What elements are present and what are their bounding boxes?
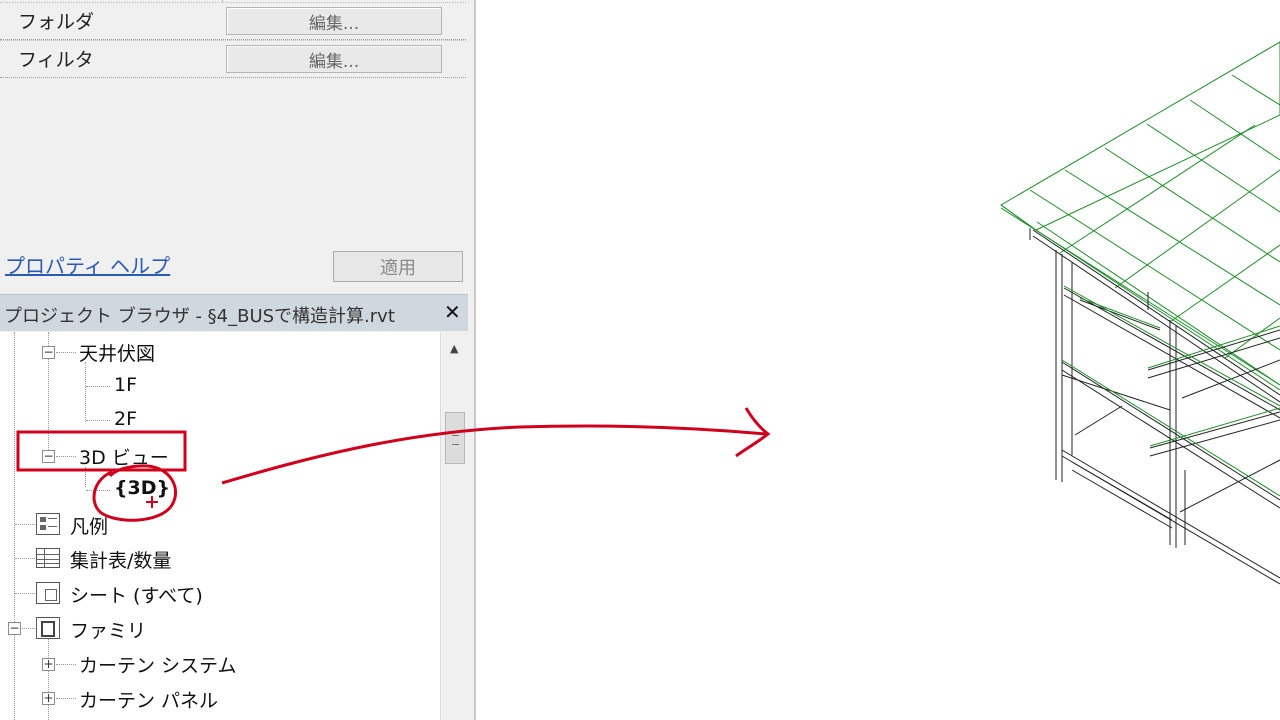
sheet-icon [36,582,60,604]
collapse-icon[interactable]: − [8,622,21,635]
properties-help-link[interactable]: プロパティ ヘルプ [5,250,170,279]
tree-item-3d-default-view[interactable]: {3D} [114,477,170,499]
tree-item-families[interactable]: ファミリ [70,616,146,643]
left-panel: フォルダ 編集... フィルタ 編集... プロパティ ヘルプ 適用 プロジェク… [0,0,476,720]
tree-connector [56,664,76,665]
property-row-folder: フォルダ 編集... [0,2,466,40]
expand-icon[interactable]: + [42,692,55,705]
scrollbar-thumb[interactable] [445,412,465,464]
family-icon [36,617,60,639]
property-label-filter: フィルタ [18,49,94,71]
expand-icon[interactable]: + [42,658,55,671]
tree-connector [86,386,110,387]
tree-connector [15,524,35,525]
legend-icon [36,513,60,535]
collapse-icon[interactable]: − [42,450,55,463]
apply-button[interactable]: 適用 [333,251,463,282]
scroll-up-icon[interactable]: ▲ [450,342,458,355]
tree-connector [86,420,110,421]
tree-item-legends[interactable]: 凡例 [70,512,108,539]
tree-item-ceiling-1f[interactable]: 1F [114,374,137,396]
tree-item-curtain-panels[interactable]: カーテン パネル [79,686,218,713]
tree-item-3d-views[interactable]: 3D ビュー [79,443,169,470]
filter-edit-button[interactable]: 編集... [226,45,442,73]
grip-icon [452,435,459,445]
tree-item-sheets[interactable]: シート (すべて) [70,581,203,608]
tree-connector [56,352,76,353]
tree-connector [22,628,35,629]
project-browser-title: プロジェクト ブラウザ - §4_BUSで構造計算.rvt [4,306,395,327]
tree-connector [56,698,76,699]
tree-connector [15,593,35,594]
tree-item-schedules[interactable]: 集計表/数量 [70,546,171,573]
tree-guide-line [48,637,49,720]
tree-guide-line [85,362,86,422]
3d-viewport[interactable] [478,0,1280,720]
property-label-folder: フォルダ [18,11,95,33]
tree-guide-line [85,467,86,487]
schedule-icon [36,548,60,568]
tree-item-ceiling-2f[interactable]: 2F [114,408,137,430]
tree-item-ceiling-plans[interactable]: 天井伏図 [79,339,155,366]
tree-guide-line [14,332,15,720]
property-row-filter: フィルタ 編集... [0,40,466,78]
project-browser-tree: − 天井伏図 1F 2F − 3D ビュー {3D} 凡例 集計表/数量 シート… [0,332,440,720]
tree-connector [86,490,110,491]
tree-connector [15,558,35,559]
tree-item-curtain-systems[interactable]: カーテン システム [79,651,236,678]
tree-scrollbar[interactable]: ▲ [440,332,469,720]
collapse-icon[interactable]: − [42,346,55,359]
folder-edit-button[interactable]: 編集... [226,7,442,35]
tree-connector [56,456,76,457]
close-icon[interactable]: ✕ [444,300,461,324]
project-browser-header: プロジェクト ブラウザ - §4_BUSで構造計算.rvt ✕ [0,294,468,331]
